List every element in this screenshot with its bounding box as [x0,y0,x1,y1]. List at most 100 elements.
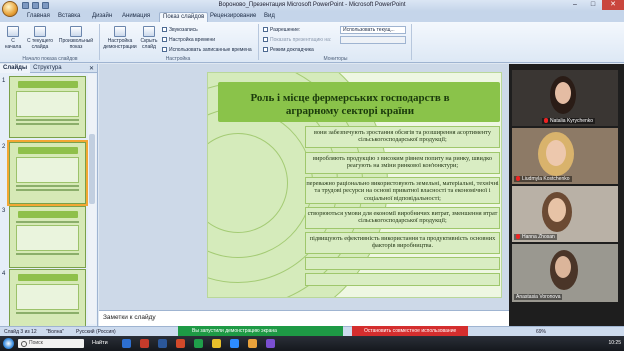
presenter-view-checkbox[interactable]: Режим докладчика [263,47,314,53]
from-start-button[interactable]: С начала [3,26,23,50]
slide-bullet[interactable]: вони забезпечують зростання обсягів та р… [305,126,500,148]
slide-counter: Слайд 3 из 12 [4,329,37,335]
slide-thumbnail[interactable]: 1 [0,76,96,142]
tab-outline[interactable]: Структура [30,65,64,71]
save-icon[interactable] [22,2,29,9]
slide-number: 4 [2,271,6,277]
title-bar: Вороново_Презентация Microsoft PowerPoin… [0,0,624,11]
slide-empty-box [305,273,500,286]
participant-name: Natalia Kyrychenko [542,118,596,124]
thumbnail-image [9,269,86,331]
tab-slides[interactable]: Слайды [0,63,31,73]
participant-tile[interactable]: Natalia Kyrychenko [512,70,618,126]
clock[interactable]: 10:25 [608,340,621,346]
tab-view[interactable]: Вид [264,13,275,19]
close-button[interactable]: ✕ [602,0,624,10]
tab-slideshow[interactable]: Показ слайдов [159,12,209,22]
video-call-panel: Natalia Kyrychenko Liudmyla Kostchenko H… [509,64,624,326]
screen-share-banner: Вы запустили демонстрацию экрана [178,326,343,336]
office-button[interactable] [2,1,18,17]
taskbar-label[interactable]: Найти [92,340,108,346]
hide-slide-button[interactable]: Скрыть слайд [139,26,159,50]
slides-pane: Слайды Структура ✕ 1 2 3 4 [0,63,98,331]
tab-review[interactable]: Рецензирование [210,13,256,19]
tab-design[interactable]: Дизайн [92,13,112,19]
group-label-start: Начало показа слайдов [22,56,78,62]
window-controls: – □ ✕ [566,0,624,10]
pdf-icon[interactable] [140,339,149,348]
resolution-label: Разрешение: [263,27,300,33]
setup-show-button[interactable]: Настройка демонстрации [103,26,137,50]
participant-tile[interactable]: Liudmyla Kostchenko [512,128,618,184]
custom-show-icon [70,26,82,37]
mic-muted-icon [516,234,520,239]
use-timings-checkbox[interactable]: Использовать записанные времена [162,47,252,53]
from-current-button[interactable]: С текущего слайда [26,26,54,50]
slide-title[interactable]: Роль і місце фермерських господарств в а… [230,92,470,118]
participant-tile[interactable]: Anastasia Voronova [512,244,618,302]
scrollbar-thumb[interactable] [89,134,95,204]
app-icon[interactable] [266,339,275,348]
ribbon-tabs: Главная Вставка Дизайн Анимация Показ сл… [0,11,624,22]
sound-icon [162,27,167,32]
thumbnail-image [9,206,86,268]
divider [99,24,100,60]
slide-bullet[interactable]: переважно раціонально використовують зем… [305,177,500,204]
redo-icon[interactable] [42,2,49,9]
show-on-label: Показать презентацию на: [263,37,331,43]
zoom-level[interactable]: 69% [536,329,546,335]
slide-empty-box [305,257,500,270]
taskbar-search[interactable]: Поиск [18,339,84,348]
chrome-icon[interactable] [248,339,257,348]
clock-icon [162,37,167,42]
window-title: Вороново_Презентация Microsoft PowerPoin… [218,2,406,8]
notes-pane[interactable]: Заметки к слайду [99,310,509,326]
participant-tile[interactable]: Hanna Zhosan [512,186,618,242]
tab-home[interactable]: Главная [27,13,50,19]
slide-number: 2 [2,144,6,150]
explorer-icon[interactable] [122,339,131,348]
ribbon: С начала С текущего слайда Произвольный … [0,22,624,63]
start-button[interactable] [3,338,14,349]
participant-name: Anastasia Voronova [514,294,563,300]
slide-bullet[interactable]: створюються умови для економії виробничи… [305,207,500,229]
record-sound-button[interactable]: Звукозапись [162,27,198,33]
resolution-select[interactable]: Использовать текущ... [340,26,406,34]
slides-scrollbar[interactable] [88,74,96,324]
slide-number: 3 [2,208,6,214]
slide-bullet[interactable]: виробляють продукцію з високим рівнем по… [305,152,500,174]
slideshow-icon [7,26,19,37]
monitor-icon [263,27,268,32]
setup-icon [114,26,126,37]
tab-animation[interactable]: Анимация [122,13,150,19]
slides-pane-tabs: Слайды Структура ✕ [0,63,97,73]
slide-thumbnail[interactable]: 3 [0,206,96,272]
checkbox-icon [162,47,167,52]
slide-thumbnail[interactable]: 2 [0,140,96,208]
custom-show-button[interactable]: Произвольный показ [58,26,94,50]
show-on-select[interactable] [340,36,406,44]
checkbox-icon [263,47,268,52]
slide-bullet[interactable]: підвищують ефективність використання та … [305,232,500,254]
language-indicator[interactable]: Русский (Россия) [76,329,116,335]
group-label-setup: Настройка [165,56,191,62]
slideshow-icon [34,26,46,37]
folder-icon[interactable] [212,339,221,348]
powerpoint-icon[interactable] [176,339,185,348]
excel-icon[interactable] [194,339,203,348]
participant-name: Liudmyla Kostchenko [514,176,572,182]
thumbnail-image [9,76,86,138]
tab-insert[interactable]: Вставка [58,13,80,19]
zoom-icon[interactable] [230,339,239,348]
taskbar: Поиск Найти 10:25 [0,336,624,351]
close-pane-icon[interactable]: ✕ [89,65,94,72]
stop-sharing-button[interactable]: Остановить совместное использование [352,326,468,336]
rehearse-timings-button[interactable]: Настройка времени [162,37,215,43]
undo-icon[interactable] [32,2,39,9]
word-icon[interactable] [158,339,167,348]
quick-access-toolbar [22,2,49,9]
minimize-button[interactable]: – [566,0,584,10]
thumbnail-image [7,140,88,206]
maximize-button[interactable]: □ [584,0,602,10]
slide-number: 1 [2,78,6,84]
